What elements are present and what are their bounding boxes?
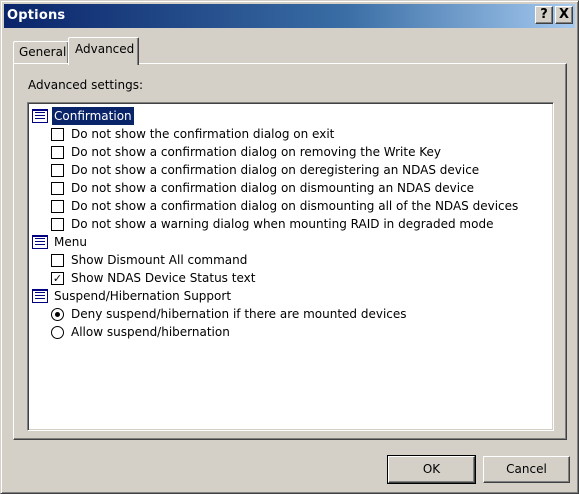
option-label: Do not show a warning dialog when mounti… [71,217,494,231]
checkbox-icon[interactable] [51,218,64,231]
settings-group-label: Suspend/Hibernation Support [54,289,232,303]
checkbox-icon[interactable] [51,200,64,213]
tab-general[interactable]: General [13,41,69,63]
option-label: Do not show a confirmation dialog on der… [71,163,480,177]
checkbox-icon[interactable] [51,128,64,141]
option-label: Deny suspend/hibernation if there are mo… [71,307,407,321]
tab-general-label: General [19,45,67,59]
tab-advanced[interactable]: Advanced [68,37,139,65]
radio-icon[interactable] [51,326,64,339]
options-dialog: Options ? X General Advanced Advanced se… [0,0,579,494]
option-label: Show NDAS Device Status text [71,271,256,285]
radio-icon[interactable] [51,308,64,321]
help-button[interactable]: ? [535,6,553,24]
close-button[interactable]: X [555,6,573,24]
settings-group-icon [32,235,48,249]
ok-button[interactable]: OK [387,455,476,484]
settings-group-icon [32,289,48,303]
option-label: Do not show a confirmation dialog on rem… [71,145,442,159]
cancel-button[interactable]: Cancel [483,456,570,483]
advanced-settings-label: Advanced settings: [28,78,143,92]
settings-group-icon [32,109,48,123]
checkbox-icon[interactable] [51,146,64,159]
option-label: Do not show a confirmation dialog on dis… [71,199,519,213]
advanced-settings-tree[interactable]: Confirmation Do not show the confirmation… [27,102,554,431]
settings-group-label: Menu [54,235,87,249]
checkbox-icon[interactable]: ✓ [51,272,64,285]
option-label: Do not show a confirmation dialog on dis… [71,181,475,195]
tab-advanced-label: Advanced [75,42,135,56]
option-label: Allow suspend/hibernation [71,325,230,339]
checkbox-icon[interactable] [51,254,64,267]
option-label: Do not show the confirmation dialog on e… [71,127,335,141]
option-label: Show Dismount All command [71,253,248,267]
settings-group-label: Confirmation [52,107,134,125]
checkbox-icon[interactable] [51,182,64,195]
title-bar[interactable]: Options ? X [4,4,575,28]
checkbox-icon[interactable] [51,164,64,177]
window-title: Options [7,8,66,23]
advanced-tab-panel: Advanced settings: Confirmation Do not sh… [13,63,567,440]
